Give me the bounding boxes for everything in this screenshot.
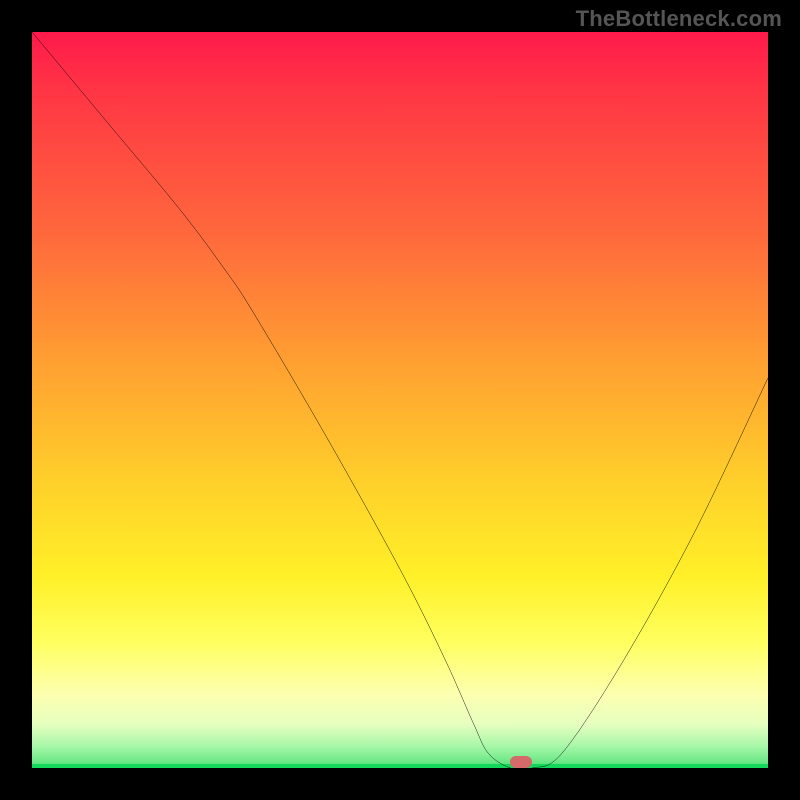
- watermark-text: TheBottleneck.com: [576, 6, 782, 32]
- chart-frame: TheBottleneck.com: [0, 0, 800, 800]
- optimum-marker: [510, 756, 532, 768]
- plot-area: [32, 32, 768, 768]
- bottleneck-curve: [32, 32, 768, 768]
